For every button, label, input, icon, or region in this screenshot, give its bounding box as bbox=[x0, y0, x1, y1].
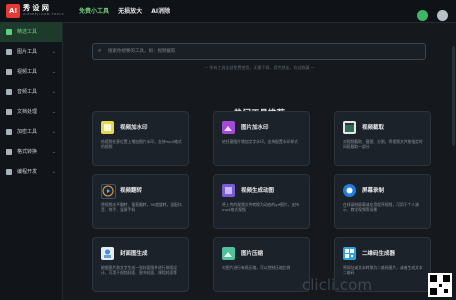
chevron-down-icon: ⌄ bbox=[51, 49, 56, 55]
top-nav: 免费小工具 无损放大 AI消除 bbox=[79, 6, 177, 15]
chevron-down-icon: ⌄ bbox=[51, 69, 56, 75]
card-title: 视频加水印 bbox=[120, 125, 148, 131]
nav-lossless-upscale[interactable]: 无损放大 bbox=[118, 8, 142, 15]
sidebar-item-dev[interactable]: 编程开发 ⌄ bbox=[0, 162, 62, 182]
user-avatar[interactable] bbox=[416, 10, 428, 21]
sidebar-item-document[interactable]: 文档处理 ⌄ bbox=[0, 102, 62, 122]
sidebar-item-encrypt[interactable]: 加密工具 ⌄ bbox=[0, 122, 62, 142]
audio-icon bbox=[6, 89, 12, 95]
card-title: 视频翻转 bbox=[120, 188, 143, 194]
sidebar-item-video[interactable]: 视频工具 ⌄ bbox=[0, 62, 62, 82]
star-icon bbox=[6, 29, 12, 35]
search-input[interactable] bbox=[106, 45, 410, 58]
chevron-down-icon: ⌄ bbox=[51, 89, 56, 95]
image-compress-icon bbox=[222, 247, 235, 260]
sidebar-item-image[interactable]: 图片工具 ⌄ bbox=[0, 42, 62, 62]
tool-card-image-watermark[interactable]: 图片加水印 给任意图片增加文字水印，支持配置水印样式 bbox=[213, 111, 310, 166]
chevron-down-icon: ⌄ bbox=[51, 109, 56, 115]
document-icon bbox=[6, 109, 12, 115]
record-icon bbox=[343, 184, 356, 197]
tool-card-video-flip[interactable]: 视频翻转 将视频水平翻转、垂直翻转，90度旋转，适配抖音、快手、竖屏手机 bbox=[92, 174, 189, 229]
cover-image-icon bbox=[101, 247, 114, 260]
image-icon bbox=[6, 49, 12, 55]
logo-subtitle: XIUSHEJI.COM TOOLS bbox=[23, 12, 65, 16]
tool-card-video-to-gif[interactable]: 视频生成动图 将上传的视频文件转换为动态的gif图片，支持mp4格式视频 bbox=[213, 174, 310, 229]
card-title: 图片加水印 bbox=[241, 125, 269, 131]
search-icon: ⌕ bbox=[98, 47, 102, 54]
play-icon bbox=[101, 184, 116, 199]
tool-card-video-watermark[interactable]: 视频加水印 给视频任意位置上增加图片水印，支持mp4格式的视频 bbox=[92, 111, 189, 166]
nav-ai-remove[interactable]: AI消除 bbox=[151, 8, 170, 15]
video-watermark-icon bbox=[101, 121, 114, 134]
sidebar-item-label: 视频工具 bbox=[17, 69, 38, 75]
image-watermark-icon bbox=[222, 121, 235, 134]
qrcode-icon bbox=[343, 247, 356, 260]
sidebar-item-label: 加密工具 bbox=[17, 129, 38, 135]
sidebar-item-audio[interactable]: 音频工具 ⌄ bbox=[0, 82, 62, 102]
chevron-down-icon: ⌄ bbox=[51, 149, 56, 155]
nav-free-tools[interactable]: 免费小工具 bbox=[79, 8, 109, 15]
card-title: 视频生成动图 bbox=[241, 188, 275, 194]
card-description: 对图片进行有损压缩，可以控制压缩比例 bbox=[222, 265, 291, 270]
chevron-down-icon: ⌄ bbox=[51, 129, 56, 135]
qrcode-image bbox=[428, 273, 452, 297]
card-description: 给视频任意位置上增加图片水印，支持mp4格式的视频 bbox=[101, 139, 182, 150]
account-icon[interactable] bbox=[437, 10, 448, 21]
chevron-down-icon: ⌄ bbox=[51, 169, 56, 175]
clapperboard-icon bbox=[343, 121, 356, 134]
sidebar-item-featured[interactable]: 精选工具 bbox=[0, 22, 62, 42]
gif-icon bbox=[222, 184, 235, 197]
tool-card-image-compress[interactable]: 图片压缩 对图片进行有损压缩，可以控制压缩比例 bbox=[213, 237, 310, 292]
convert-icon bbox=[6, 149, 12, 155]
card-description: 对视频截取、截图、分割，将视频文件按指定时间段截取一部分 bbox=[343, 139, 423, 150]
tool-card-cover-generator[interactable]: 封面图生成 根据图片和文字生成一张封面图并进行排版设计，可用于视频封面、图书封面… bbox=[92, 237, 189, 292]
sidebar-item-convert[interactable]: 格式转换 ⌄ bbox=[0, 142, 62, 162]
top-bar: AI 秀 设 网 XIUSHEJI.COM TOOLS 免费小工具 无损放大 A… bbox=[0, 0, 456, 23]
logo-badge: AI bbox=[6, 4, 20, 18]
card-description: 在线录制屏幕或应用程序视频，可用于个人演示、教学视频等场景 bbox=[343, 202, 419, 213]
lock-icon bbox=[6, 129, 12, 135]
card-title: 图片压缩 bbox=[241, 251, 264, 257]
card-description: 将网址或文本转换为二维码图片，或者生成文本二维码 bbox=[343, 265, 423, 276]
watermark: clicli.com bbox=[302, 276, 372, 294]
sidebar-item-label: 音频工具 bbox=[17, 89, 38, 95]
card-title: 屏幕录制 bbox=[362, 188, 385, 194]
tool-card-screen-record[interactable]: 屏幕录制 在线录制屏幕或应用程序视频，可用于个人演示、教学视频等场景 bbox=[334, 174, 431, 229]
card-description: 根据图片和文字生成一张封面图并进行排版设计，可用于视频封面、图书封面、课程封面等 bbox=[101, 265, 177, 276]
sidebar-item-label: 格式转换 bbox=[17, 149, 38, 155]
card-title: 封面图生成 bbox=[120, 251, 148, 257]
video-icon bbox=[6, 69, 12, 75]
tool-card-video-trim[interactable]: 视频截取 对视频截取、截图、分割，将视频文件按指定时间段截取一部分 bbox=[334, 111, 431, 166]
card-description: 将上传的视频文件转换为动态的gif图片，支持mp4格式视频 bbox=[222, 202, 299, 213]
sidebar: 精选工具 图片工具 ⌄ 视频工具 ⌄ 音频工具 ⌄ 文档处理 ⌄ 加密工具 ⌄ 格式转换 ⌄… bbox=[0, 22, 63, 300]
card-title: 视频截取 bbox=[362, 125, 385, 131]
search-hint: — 所有工具全部免费使用，无需下载，用完就走，欢迎收藏 — bbox=[204, 65, 315, 70]
scrollbar[interactable] bbox=[452, 46, 455, 146]
main-content: ⌕ — 所有工具全部免费使用，无需下载，用完就走，欢迎收藏 — 热门工具推荐 视… bbox=[63, 22, 456, 300]
person-icon bbox=[6, 169, 12, 175]
sidebar-item-label: 文档处理 bbox=[17, 109, 38, 115]
sidebar-item-label: 精选工具 bbox=[17, 29, 38, 35]
logo[interactable]: AI 秀 设 网 XIUSHEJI.COM TOOLS bbox=[6, 4, 68, 18]
card-title: 二维码生成器 bbox=[362, 251, 396, 257]
search-box[interactable]: ⌕ bbox=[92, 43, 426, 60]
sidebar-item-label: 编程开发 bbox=[17, 169, 38, 175]
card-description: 将视频水平翻转、垂直翻转，90度旋转，适配抖音、快手、竖屏手机 bbox=[101, 202, 182, 213]
card-description: 给任意图片增加文字水印，支持配置水印样式 bbox=[222, 139, 298, 144]
sidebar-item-label: 图片工具 bbox=[17, 49, 38, 55]
